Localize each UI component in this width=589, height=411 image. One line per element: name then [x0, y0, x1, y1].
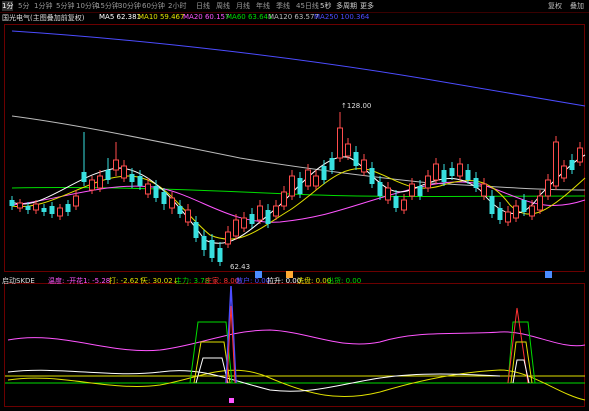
event-marker-icon-2[interactable] — [545, 271, 552, 278]
candle-body — [265, 210, 271, 224]
candle-body — [305, 169, 311, 187]
candle-body — [465, 170, 471, 180]
candle-body — [41, 208, 47, 212]
candle-body — [201, 236, 207, 250]
candle-body — [401, 199, 407, 211]
candle-body — [529, 205, 535, 217]
candle-body — [105, 170, 111, 180]
candle-body — [353, 152, 359, 166]
candle-body — [121, 165, 127, 179]
candle-body — [449, 168, 455, 176]
event-marker-icon[interactable] — [255, 271, 262, 278]
candle-body — [417, 186, 423, 196]
candle-body — [49, 206, 55, 214]
candle-body — [321, 166, 327, 180]
candle-body — [441, 170, 447, 182]
candle-body — [369, 168, 375, 184]
ind-marker-magenta — [229, 398, 234, 403]
candle-body — [297, 178, 303, 194]
ind-white-line — [7, 369, 501, 392]
candle-body — [289, 175, 295, 197]
candle-body — [569, 160, 575, 170]
kline-svg — [5, 30, 586, 403]
candle-body — [273, 205, 279, 217]
ind-yellow-trapezoid-1 — [193, 341, 231, 384]
candle-body — [337, 127, 343, 159]
candle-body — [97, 175, 103, 189]
candle-body — [409, 183, 415, 197]
candle-body — [393, 196, 399, 208]
candle-body — [545, 179, 551, 197]
candle-body — [241, 217, 247, 229]
candle-body — [425, 175, 431, 189]
candle-body — [137, 176, 143, 186]
ma5-line — [11, 154, 586, 244]
candle-body — [377, 182, 383, 196]
candle-body — [145, 183, 151, 195]
candle-body — [169, 197, 175, 209]
candle-body — [89, 179, 95, 191]
candle-body — [57, 207, 63, 217]
ind-white-trapezoid-2 — [512, 359, 530, 384]
candle-body — [537, 195, 543, 211]
candle-body — [153, 186, 159, 198]
candle-body — [553, 141, 559, 187]
candle-body — [193, 222, 199, 238]
candle-body — [73, 195, 79, 207]
low-price-label: 62.43 — [230, 263, 251, 271]
candle-body — [281, 191, 287, 207]
candle-body — [513, 205, 519, 219]
candle-body — [33, 203, 39, 211]
ind-magenta-line — [7, 329, 586, 352]
candle-body — [217, 248, 223, 262]
candle-body — [561, 165, 567, 179]
candle-body — [17, 202, 23, 209]
candle-body — [233, 219, 239, 237]
candle-body — [113, 159, 119, 171]
candle-body — [65, 204, 71, 212]
ma250-line — [11, 30, 586, 107]
candle-body — [313, 175, 319, 187]
high-price-label: ↑128.00 — [341, 102, 372, 110]
candle-body — [577, 147, 583, 163]
ind-yellow-line — [7, 369, 586, 401]
candle-body — [473, 178, 479, 188]
candle-body — [329, 158, 335, 170]
candle-body — [129, 174, 135, 182]
candle-body — [505, 211, 511, 223]
candle-body — [81, 172, 87, 182]
candle-body — [361, 159, 367, 173]
candle-body — [481, 183, 487, 197]
candle-body — [177, 206, 183, 214]
candle-body — [161, 192, 167, 204]
candle-body — [225, 231, 231, 245]
candle-body — [457, 163, 463, 177]
candle-body — [185, 209, 191, 223]
candle-body — [489, 196, 495, 214]
candle-body — [9, 200, 15, 206]
candle-body — [385, 187, 391, 201]
news-marker-icon[interactable] — [286, 271, 293, 278]
candle-body — [433, 163, 439, 181]
candle-body — [345, 143, 351, 157]
candle-body — [25, 206, 31, 210]
candle-body — [497, 208, 503, 220]
candle-body — [521, 200, 527, 212]
candle-body — [257, 205, 263, 221]
candle-body — [249, 214, 255, 224]
candle-body — [209, 240, 215, 258]
